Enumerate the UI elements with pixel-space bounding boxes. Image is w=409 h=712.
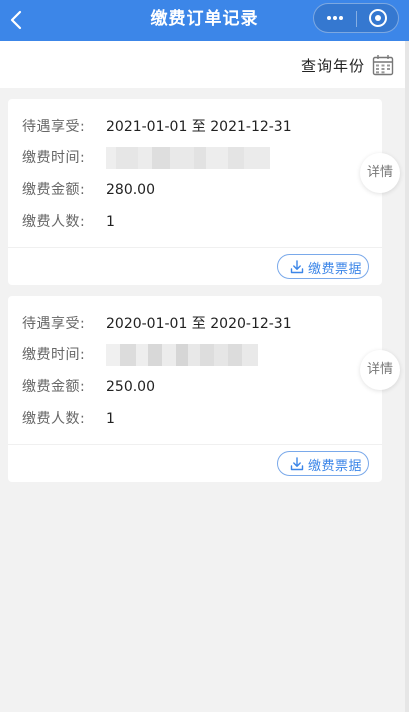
payment-time-row: 缴费时间: — [22, 147, 270, 169]
capsule-menu — [313, 3, 399, 33]
payment-time-label: 缴费时间: — [22, 347, 86, 363]
record-card: 待遇享受: 2021-01-01 至 2021-12-31 缴费时间: 缴费金额:… — [8, 99, 382, 285]
amount-row: 缴费金额: 280.00 — [22, 179, 155, 199]
payment-time-label: 缴费时间: — [22, 150, 86, 166]
target-circle-icon[interactable] — [357, 4, 398, 32]
card-divider — [8, 247, 382, 248]
count-value: 1 — [106, 214, 115, 230]
query-year-button[interactable]: 查询年份 — [301, 55, 365, 76]
benefit-label: 待遇享受: — [22, 119, 86, 135]
benefit-label: 待遇享受: — [22, 316, 86, 332]
download-icon — [290, 260, 304, 274]
amount-label: 缴费金额: — [22, 379, 86, 395]
amount-value: 250.00 — [106, 379, 155, 395]
amount-value: 280.00 — [106, 182, 155, 198]
payment-time-redacted — [106, 147, 270, 169]
detail-button[interactable]: 详情 — [360, 153, 400, 193]
more-dots-icon[interactable] — [314, 4, 356, 32]
navbar: 缴费订单记录 — [0, 0, 409, 41]
card-divider — [8, 444, 382, 445]
record-card: 待遇享受: 2020-01-01 至 2020-12-31 缴费时间: 缴费金额:… — [8, 296, 382, 482]
payment-time-redacted — [106, 344, 258, 366]
calendar-icon[interactable] — [372, 54, 394, 76]
benefit-row: 待遇享受: 2021-01-01 至 2021-12-31 — [22, 116, 292, 136]
benefit-row: 待遇享受: 2020-01-01 至 2020-12-31 — [22, 313, 292, 333]
amount-label: 缴费金额: — [22, 182, 86, 198]
invoice-label: 缴费票据 — [308, 459, 363, 474]
count-row: 缴费人数: 1 — [22, 408, 115, 428]
amount-row: 缴费金额: 250.00 — [22, 376, 155, 396]
download-icon — [290, 457, 304, 471]
detail-button[interactable]: 详情 — [360, 350, 400, 390]
invoice-button[interactable]: 缴费票据 — [277, 254, 369, 279]
count-label: 缴费人数: — [22, 411, 86, 427]
filter-bar: 查询年份 — [0, 41, 409, 88]
screen-edge — [405, 41, 409, 712]
invoice-button[interactable]: 缴费票据 — [277, 451, 369, 476]
payment-time-row: 缴费时间: — [22, 344, 258, 366]
count-value: 1 — [106, 411, 115, 427]
benefit-period: 2021-01-01 至 2021-12-31 — [106, 119, 292, 135]
invoice-label: 缴费票据 — [308, 262, 363, 277]
count-row: 缴费人数: 1 — [22, 211, 115, 231]
benefit-period: 2020-01-01 至 2020-12-31 — [106, 316, 292, 332]
count-label: 缴费人数: — [22, 214, 86, 230]
